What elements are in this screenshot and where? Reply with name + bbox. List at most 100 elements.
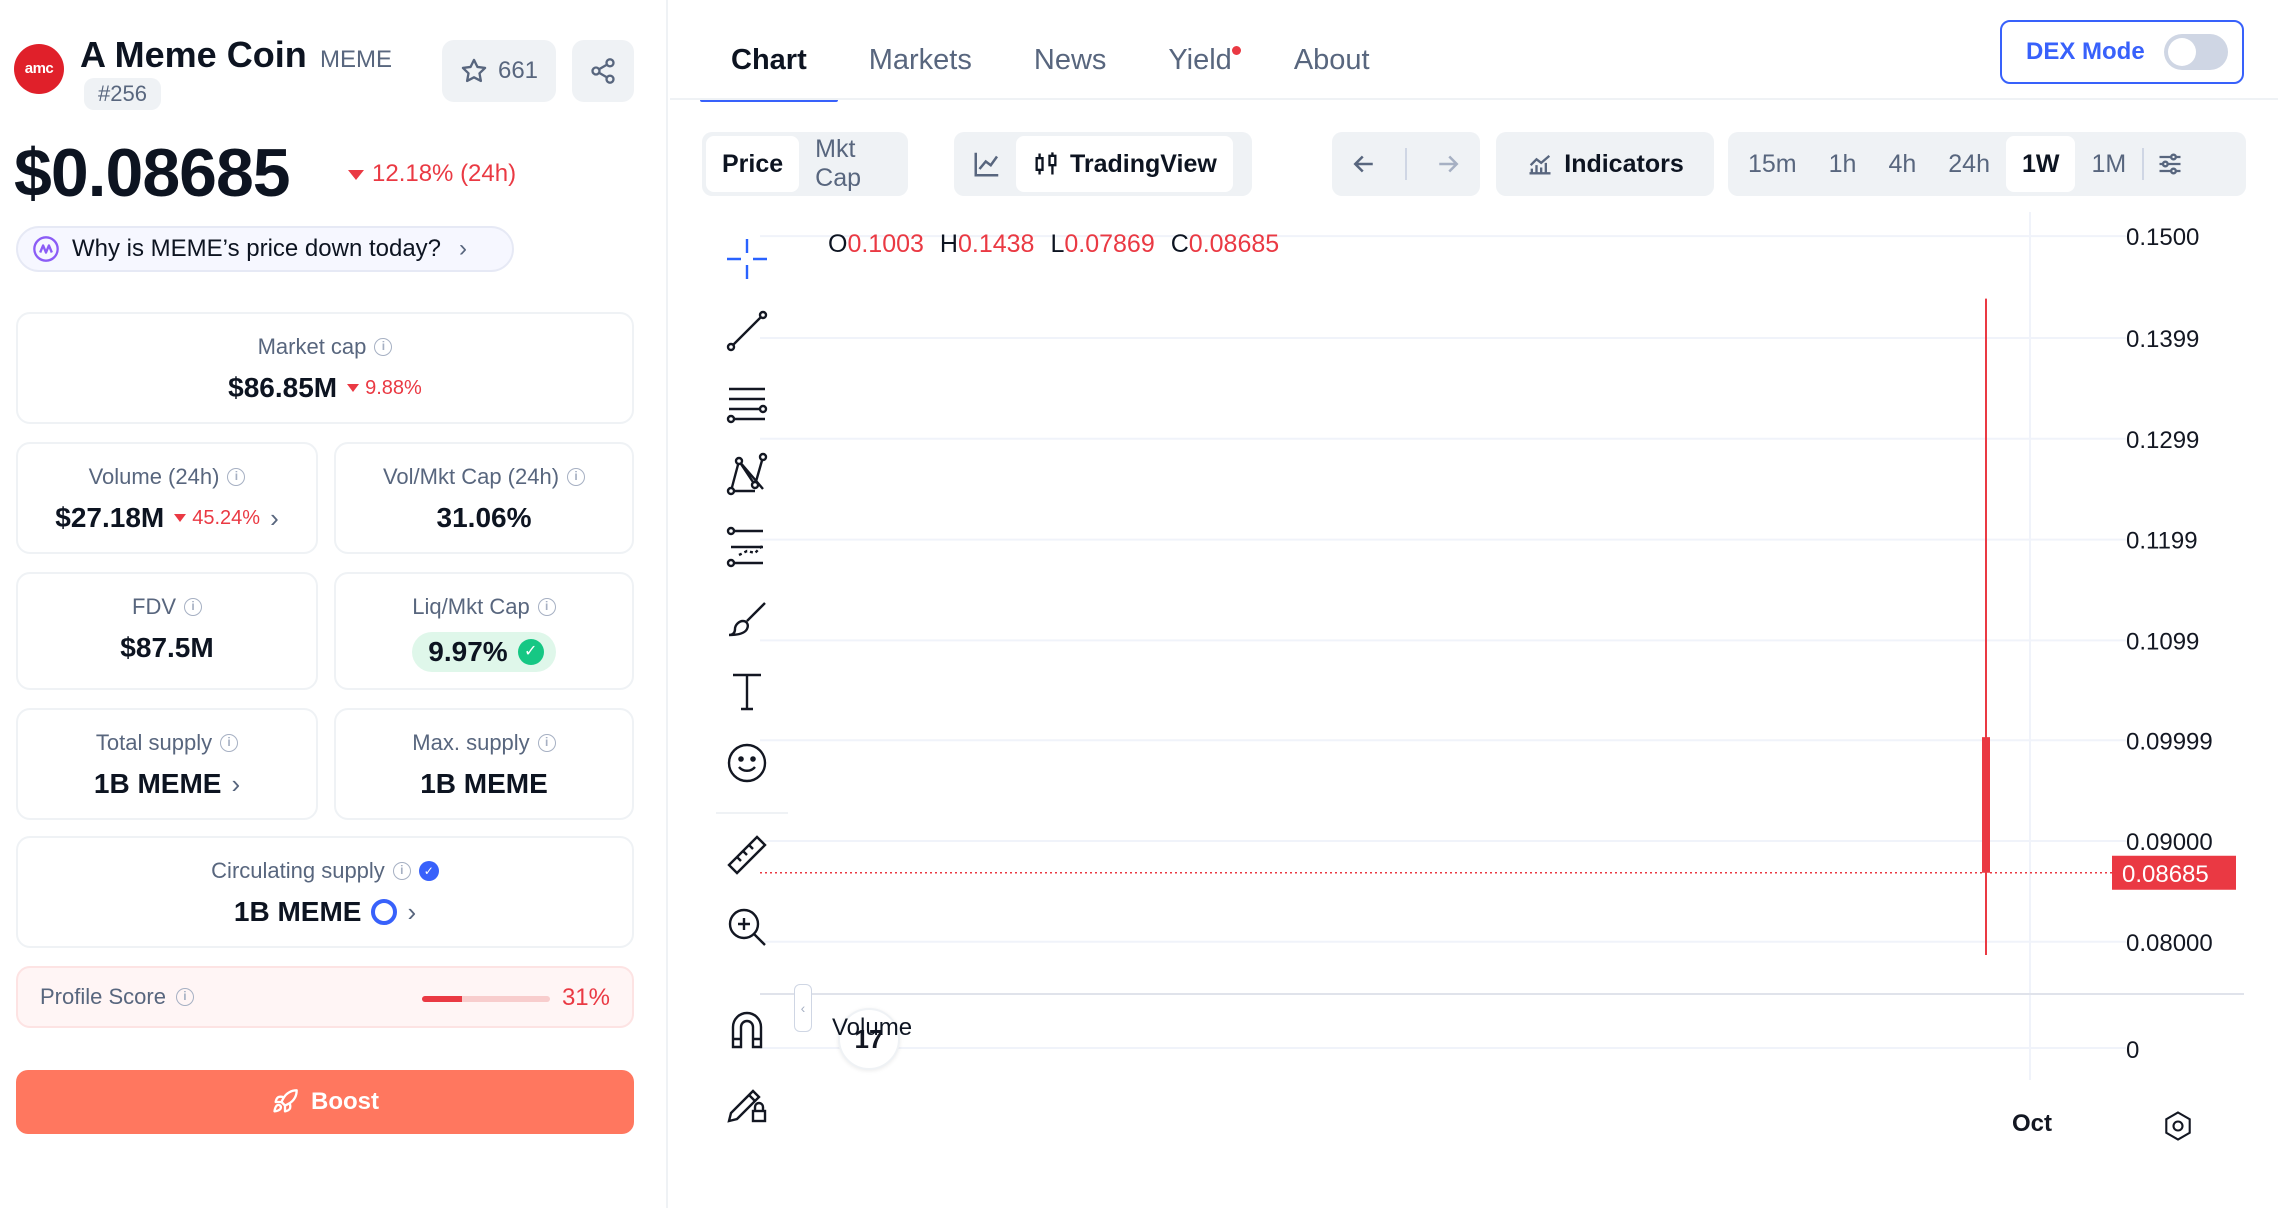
market-cap-change-text: 9.88% <box>365 376 422 399</box>
volume-value: $27.18M <box>55 502 165 533</box>
info-icon[interactable]: i <box>184 598 202 616</box>
boost-label: Boost <box>311 1088 379 1115</box>
fib-tool[interactable] <box>718 374 776 432</box>
coin-summary-panel: amc A Meme Coin MEME #256 661 $0.08685 1… <box>0 0 668 1208</box>
volume-card[interactable]: Volume (24h) i $27.18M 45.24% › <box>16 442 318 554</box>
chevron-right-icon: › <box>231 768 241 799</box>
lock-drawings-tool[interactable] <box>718 1074 776 1132</box>
profile-score[interactable]: Profile Score i 31% <box>16 966 634 1028</box>
profile-score-value: 31% <box>561 984 610 1011</box>
fdv-card: FDV i $87.5M <box>16 572 318 690</box>
chevron-right-icon: › <box>407 896 417 927</box>
boost-button[interactable]: Boost <box>16 1070 634 1134</box>
magnet-tool[interactable] <box>718 1002 776 1060</box>
volume-label: Volume (24h) <box>88 464 220 489</box>
share-icon <box>591 58 615 84</box>
check-icon: ✓ <box>517 639 544 665</box>
down-arrow-icon <box>347 384 360 393</box>
total-supply-label: Total supply <box>95 730 213 755</box>
info-icon[interactable]: i <box>392 862 411 880</box>
ohlc-open: O0.1003 <box>828 230 924 258</box>
why-price-text: Why is MEME’s price down today? <box>72 235 442 262</box>
y-tick-label: 0.08000 <box>2126 930 2213 957</box>
chart-panel: Chart Markets News Yield About DEX Mode … <box>670 0 2278 1208</box>
watchlist-button[interactable]: 661 <box>442 40 556 102</box>
info-icon[interactable]: i <box>175 988 194 1006</box>
price-value: $0.08685 <box>14 135 291 211</box>
vol-mkt-cap-value: 31.06% <box>436 502 532 533</box>
liq-mkt-cap-label: Liq/Mkt Cap <box>412 594 530 619</box>
trend-line-tool[interactable] <box>718 302 776 360</box>
info-icon[interactable]: i <box>227 468 246 486</box>
fdv-label: FDV <box>132 594 176 619</box>
down-arrow-icon <box>174 514 187 523</box>
info-icon[interactable]: i <box>220 734 239 752</box>
ohlc-open-value: 0.1003 <box>847 230 924 258</box>
profile-score-bar-fill <box>422 996 462 1002</box>
info-icon[interactable]: i <box>567 468 586 486</box>
max-supply-label: Max. supply <box>412 730 530 755</box>
fib-retracement-icon <box>726 387 768 424</box>
ohlc-low-value: 0.07869 <box>1064 230 1155 258</box>
liq-mkt-cap-card: Liq/Mkt Cap i 9.97% ✓ <box>334 572 634 690</box>
magnet-icon <box>731 1011 763 1049</box>
text-icon <box>733 673 761 711</box>
forecast-tool[interactable] <box>718 518 776 576</box>
vol-mkt-cap-label: Vol/Mkt Cap (24h) <box>382 464 560 489</box>
profile-score-bar <box>422 996 550 1002</box>
coin-name: A Meme Coin <box>80 34 307 75</box>
supply-ring-icon <box>371 899 398 925</box>
watchlist-count: 661 <box>497 57 539 84</box>
measure-tool[interactable] <box>718 826 776 884</box>
chart-settings-icon[interactable] <box>2160 1108 2196 1144</box>
info-icon[interactable]: i <box>537 598 556 616</box>
market-cap-card: Market cap i $86.85M 9.88% <box>16 312 634 424</box>
circulating-supply-label: Circulating supply <box>211 858 385 883</box>
y-tick-label: 0.09999 <box>2126 728 2213 755</box>
y-tick-label: 0.1199 <box>2126 528 2198 555</box>
ai-sparkle-icon <box>33 236 59 262</box>
zoom-in-icon <box>728 908 766 946</box>
market-cap-change: 9.88% <box>347 377 422 400</box>
emoji-tool[interactable] <box>718 734 776 792</box>
chevron-right-icon: › <box>270 502 279 533</box>
coin-logo: amc <box>14 44 64 94</box>
y-tick-label: 0.1500 <box>2126 224 2199 251</box>
y-tick-label: 0.1299 <box>2126 427 2199 454</box>
total-supply-card[interactable]: Total supply i 1B MEME › <box>16 708 318 820</box>
brush-icon <box>728 602 766 637</box>
liq-mkt-cap-value: 9.97% <box>428 636 508 667</box>
ruler-icon <box>727 835 767 875</box>
why-price-down-button[interactable]: Why is MEME’s price down today? › <box>16 226 514 272</box>
total-supply-value: 1B MEME <box>93 768 222 799</box>
volume-change: 45.24% <box>174 507 260 530</box>
crosshair-icon <box>727 239 767 279</box>
pattern-tool[interactable] <box>718 446 776 504</box>
star-icon <box>461 58 487 83</box>
share-button[interactable] <box>572 40 634 102</box>
crosshair-tool[interactable] <box>718 230 776 288</box>
volume-change-text: 45.24% <box>192 506 261 529</box>
circulating-supply-card[interactable]: Circulating supply i ✓ 1B MEME › <box>16 836 634 948</box>
brush-tool[interactable] <box>718 590 776 648</box>
ohlc-legend: O0.1003 H0.1438 L0.07869 C0.08685 <box>828 230 1279 259</box>
text-tool[interactable] <box>718 662 776 720</box>
zoom-in-tool[interactable] <box>718 898 776 956</box>
ohlc-high: H0.1438 <box>939 230 1035 258</box>
collapse-toolbar-button[interactable]: ‹ <box>794 984 812 1032</box>
y-tick-label: 0.1399 <box>2126 326 2199 353</box>
ohlc-low: L0.07869 <box>1050 230 1155 258</box>
info-icon[interactable]: i <box>374 338 393 356</box>
info-icon[interactable]: i <box>537 734 556 752</box>
rocket-icon <box>273 1089 298 1113</box>
trend-line-icon <box>726 310 768 352</box>
y-tick-label: 0.1099 <box>2126 628 2199 655</box>
max-supply-value: 1B MEME <box>420 768 548 799</box>
ohlc-close: C0.08685 <box>1170 230 1280 258</box>
smiley-icon <box>727 743 767 783</box>
forecast-icon <box>726 526 764 568</box>
candle-body <box>1982 737 1990 873</box>
fdv-value: $87.5M <box>120 632 214 663</box>
market-cap-value: $86.85M <box>228 372 338 403</box>
ohlc-close-value: 0.08685 <box>1188 230 1280 258</box>
